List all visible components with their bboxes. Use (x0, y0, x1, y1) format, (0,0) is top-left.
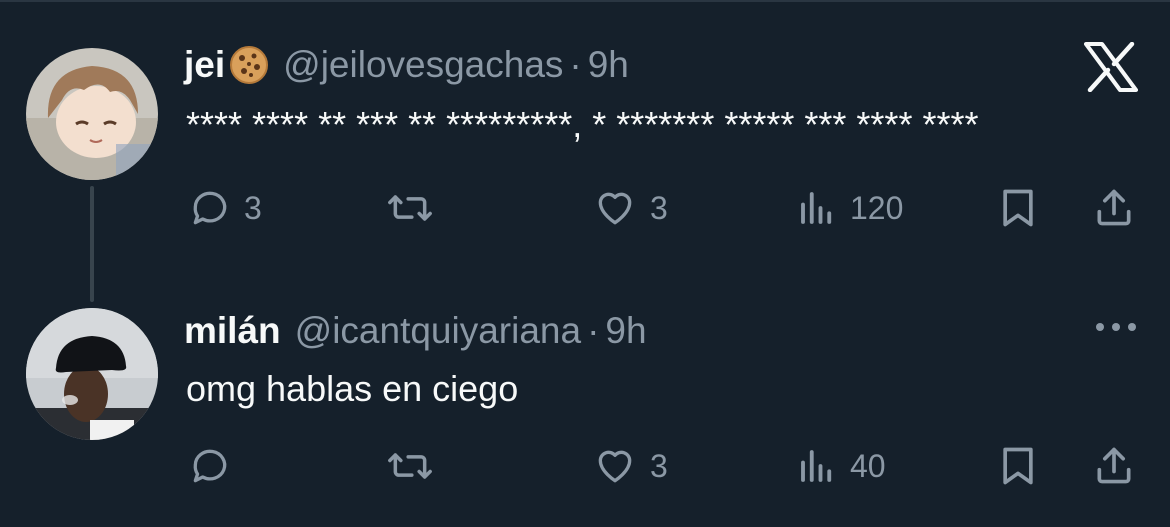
display-name[interactable]: milán (184, 310, 281, 352)
tweet-text: **** **** ** *** ** *********, * *******… (186, 104, 979, 145)
share-button[interactable] (1092, 186, 1136, 230)
view-count: 120 (850, 189, 904, 226)
views-button[interactable]: 40 (796, 444, 886, 488)
tweet-header: jei @jeilovesgachas · 9h (184, 44, 629, 86)
top-divider (0, 0, 1170, 2)
x-logo-icon[interactable] (1084, 41, 1138, 97)
reply-icon (188, 186, 232, 230)
views-button[interactable]: 120 (796, 186, 903, 230)
user-handle[interactable]: @jeilovesgachas (283, 44, 563, 86)
like-button[interactable]: 3 (592, 186, 668, 230)
user-handle[interactable]: @icantquiyariana (295, 310, 581, 352)
reply-button[interactable] (188, 444, 232, 488)
tweet-header: milán @icantquiyariana · 9h (184, 310, 647, 352)
reply-count: 3 (244, 189, 262, 226)
thread-connector (90, 186, 94, 302)
retweet-button[interactable] (386, 186, 434, 230)
analytics-icon (796, 444, 838, 488)
reply-button[interactable]: 3 (188, 186, 262, 230)
separator-dot: · (569, 44, 582, 85)
bookmark-button[interactable] (998, 186, 1038, 230)
heart-icon (592, 444, 638, 488)
bookmark-icon (998, 444, 1038, 488)
timestamp[interactable]: 9h (605, 310, 646, 352)
timestamp[interactable]: 9h (588, 44, 629, 86)
cookie-icon (229, 45, 269, 85)
analytics-icon (796, 186, 838, 230)
retweet-icon (386, 444, 434, 488)
like-count: 3 (650, 189, 668, 226)
tweet-text: omg hablas en ciego (186, 368, 519, 409)
bookmark-button[interactable] (998, 444, 1038, 488)
reply-icon (188, 444, 232, 488)
view-count: 40 (850, 447, 886, 484)
display-name[interactable]: jei (184, 44, 225, 86)
like-button[interactable]: 3 (592, 444, 668, 488)
share-button[interactable] (1092, 444, 1136, 488)
share-icon (1092, 186, 1136, 230)
retweet-icon (386, 186, 434, 230)
avatar-milan[interactable] (26, 308, 158, 440)
separator-dot: · (587, 310, 600, 351)
more-options-icon[interactable] (1094, 320, 1138, 339)
share-icon (1092, 444, 1136, 488)
heart-icon (592, 186, 638, 230)
retweet-button[interactable] (386, 444, 434, 488)
bookmark-icon (998, 186, 1038, 230)
like-count: 3 (650, 447, 668, 484)
avatar-jei[interactable] (26, 48, 158, 180)
